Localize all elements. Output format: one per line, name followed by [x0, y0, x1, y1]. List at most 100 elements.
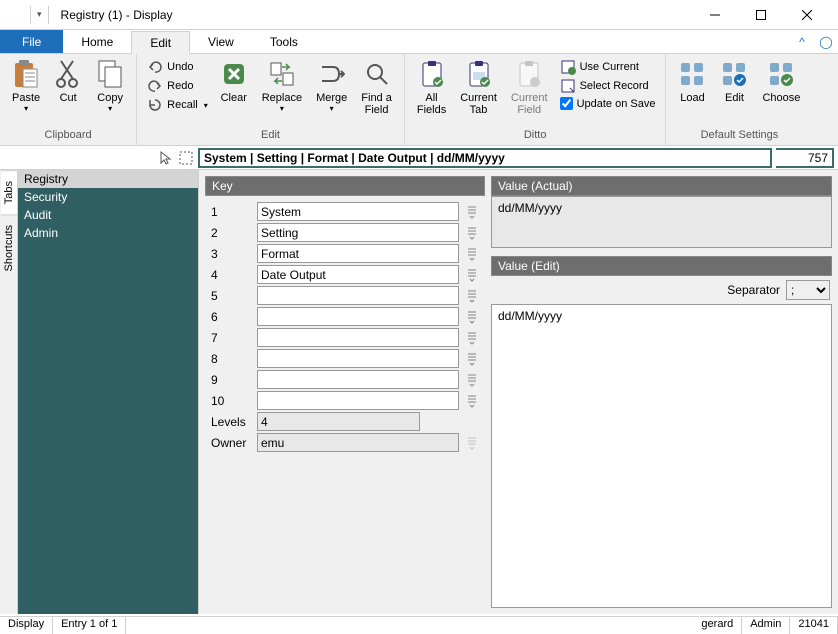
load-defaults-button[interactable]: Load [672, 56, 712, 106]
merge-button[interactable]: Merge ▾ [310, 56, 353, 115]
rail-tabs[interactable]: Tabs [1, 170, 17, 214]
main-pane: Key 12345678910LevelsOwner Value (Actual… [199, 170, 838, 614]
key-row-number: 6 [211, 310, 251, 324]
value-edit-header: Value (Edit) [491, 256, 832, 276]
ribbon-group-defaults: Load Edit Choose Default Settings [666, 54, 812, 145]
quick-access-toolbar: ▾ [8, 6, 53, 24]
minimize-button[interactable] [692, 0, 738, 30]
update-on-save-checkbox[interactable]: Update on Save [556, 96, 660, 111]
replace-button[interactable]: Replace ▾ [256, 56, 308, 115]
title-bar: ▾ Registry (1) - Display [0, 0, 838, 30]
clipboard-field-icon [517, 58, 541, 90]
all-fields-button[interactable]: All Fields [411, 56, 452, 118]
reorder-handle-icon[interactable] [465, 310, 479, 324]
key-row-number: 9 [211, 373, 251, 387]
value-panel: Value (Actual) dd/MM/yyyy Value (Edit) S… [491, 176, 832, 608]
reorder-handle-icon[interactable] [465, 268, 479, 282]
ribbon-collapse-icon[interactable]: ^ [790, 30, 814, 53]
tab-tools[interactable]: Tools [252, 30, 316, 53]
status-entry: Entry 1 of 1 [53, 617, 126, 634]
separator-label: Separator [727, 283, 780, 297]
key-row-input[interactable] [257, 349, 459, 368]
grid-load-icon [679, 58, 705, 90]
key-row-input[interactable] [257, 202, 459, 221]
recall-button[interactable]: Recall▾ [143, 96, 212, 114]
current-field-button: Current Field [505, 56, 554, 118]
key-row-input[interactable] [257, 223, 459, 242]
reorder-handle-icon[interactable] [465, 352, 479, 366]
undo-button[interactable]: Undo [143, 58, 212, 76]
clear-button[interactable]: Clear [214, 56, 254, 106]
close-button[interactable] [784, 0, 830, 30]
value-edit-box[interactable]: dd/MM/yyyy [491, 304, 832, 608]
status-role: Admin [742, 617, 790, 634]
clear-icon [221, 58, 247, 90]
breadcrumb-bar: System | Setting | Format | Date Output … [0, 146, 838, 170]
maximize-button[interactable] [738, 0, 784, 30]
key-row-number: 8 [211, 352, 251, 366]
key-panel: Key 12345678910LevelsOwner [205, 176, 485, 608]
cut-button[interactable]: Cut [48, 56, 88, 106]
key-row-number: 7 [211, 331, 251, 345]
rail-shortcuts[interactable]: Shortcuts [1, 214, 17, 281]
key-row-number: 4 [211, 268, 251, 282]
replace-icon [269, 58, 295, 90]
record-counter: 757 [776, 148, 834, 168]
choose-defaults-button[interactable]: Choose [756, 56, 806, 106]
levels-row: Levels [205, 412, 485, 431]
key-row-input[interactable] [257, 244, 459, 263]
reorder-handle-icon[interactable] [465, 247, 479, 261]
sidebar-item-audit[interactable]: Audit [18, 206, 198, 224]
key-row: 3 [205, 244, 485, 263]
key-row-input[interactable] [257, 307, 459, 326]
clipboard-tab-icon [467, 58, 491, 90]
use-current-button[interactable]: Use Current [556, 58, 660, 76]
sidebar-item-admin[interactable]: Admin [18, 224, 198, 242]
key-row: 4 [205, 265, 485, 284]
selection-tool-icon[interactable] [178, 150, 194, 166]
app-icon [8, 7, 24, 23]
reorder-handle-icon[interactable] [465, 394, 479, 408]
redo-button[interactable]: Redo [143, 77, 212, 95]
tab-file[interactable]: File [0, 30, 63, 53]
find-field-button[interactable]: Find a Field [355, 56, 398, 118]
ribbon-help-icon[interactable]: ◯ [814, 30, 838, 53]
select-record-button[interactable]: Select Record [556, 77, 660, 95]
separator-select[interactable]: ; [786, 280, 830, 300]
key-row-input[interactable] [257, 370, 459, 389]
pointer-tool-icon[interactable] [158, 150, 174, 166]
owner-value [257, 433, 459, 452]
reorder-handle-icon[interactable] [465, 373, 479, 387]
breadcrumb-path[interactable]: System | Setting | Format | Date Output … [198, 148, 772, 168]
ribbon-tabs: File Home Edit View Tools ^ ◯ [0, 30, 838, 54]
sidebar-item-security[interactable]: Security [18, 188, 198, 206]
reorder-handle-icon[interactable] [465, 205, 479, 219]
reorder-handle-icon[interactable] [465, 331, 479, 345]
tab-view[interactable]: View [190, 30, 252, 53]
status-user: gerard [693, 617, 742, 634]
edit-defaults-button[interactable]: Edit [714, 56, 754, 106]
sidebar-item-registry[interactable]: Registry [18, 170, 198, 188]
key-row-input[interactable] [257, 265, 459, 284]
tab-home[interactable]: Home [63, 30, 131, 53]
status-build: 21041 [790, 617, 838, 634]
copy-button[interactable]: Copy ▾ [90, 56, 130, 115]
key-row-input[interactable] [257, 328, 459, 347]
reorder-handle-icon[interactable] [465, 289, 479, 303]
owner-row: Owner [205, 433, 485, 452]
status-bar: Display Entry 1 of 1 gerard Admin 21041 [0, 616, 838, 634]
copy-icon [97, 58, 123, 90]
key-row-input[interactable] [257, 286, 459, 305]
paste-button[interactable]: Paste ▾ [6, 56, 46, 115]
key-row-number: 1 [211, 205, 251, 219]
key-row: 1 [205, 202, 485, 221]
key-row-input[interactable] [257, 391, 459, 410]
current-tab-button[interactable]: Current Tab [454, 56, 503, 118]
key-row: 9 [205, 370, 485, 389]
qat-dropdown-icon[interactable]: ▾ [37, 9, 42, 20]
tab-edit[interactable]: Edit [131, 31, 190, 54]
key-row: 5 [205, 286, 485, 305]
reorder-handle-icon[interactable] [465, 226, 479, 240]
ribbon-group-clipboard: Paste ▾ Cut Copy ▾ Clipboard [0, 54, 137, 145]
key-row: 8 [205, 349, 485, 368]
